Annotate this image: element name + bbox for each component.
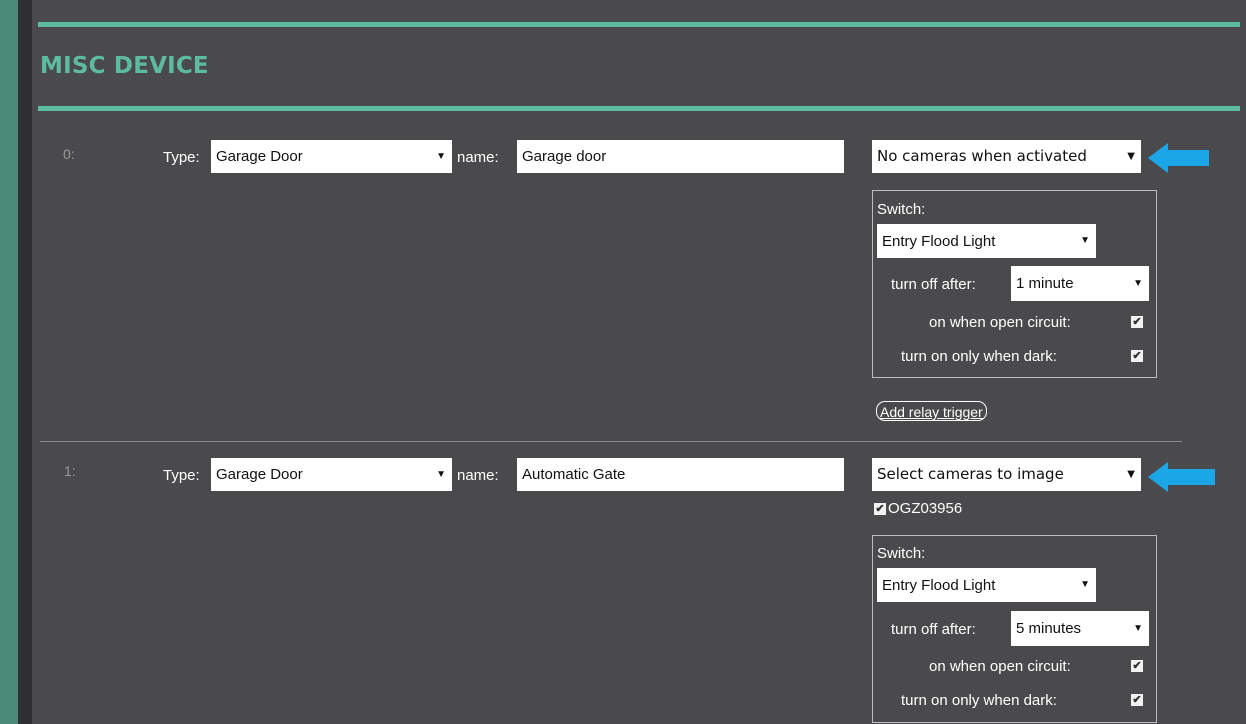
name-input[interactable]: Garage door [517, 140, 844, 173]
caret-down-icon: ▼ [1133, 622, 1143, 634]
turn-off-select-value: 1 minute [1016, 275, 1074, 292]
switch-select[interactable]: Entry Flood Light ▼ [877, 568, 1096, 602]
caret-down-icon: ▼ [436, 150, 446, 162]
type-select[interactable]: Garage Door ▼ [211, 458, 452, 491]
caret-down-icon: ▼ [1127, 468, 1135, 480]
caret-down-icon: ▼ [436, 468, 446, 480]
camera-option-checkbox[interactable]: ✔ [874, 503, 886, 515]
caret-down-icon: ▼ [1127, 150, 1135, 162]
camera-select[interactable]: Select cameras to image ▼ [872, 458, 1141, 491]
turn-off-label: turn off after: [891, 276, 976, 293]
device-index: 1: [64, 463, 76, 479]
camera-select-value: No cameras when activated [877, 147, 1087, 165]
camera-option-label: OGZ03956 [888, 500, 963, 517]
switch-select[interactable]: Entry Flood Light ▼ [877, 224, 1096, 258]
open-circuit-checkbox[interactable]: ✔ [1131, 316, 1143, 328]
switch-select-value: Entry Flood Light [882, 576, 996, 594]
turn-off-select-value: 5 minutes [1016, 620, 1082, 637]
header-bottom-rule [38, 106, 1240, 111]
dark-checkbox[interactable]: ✔ [1131, 350, 1143, 362]
arrow-left-icon [1148, 143, 1209, 173]
device-index: 0: [63, 146, 75, 162]
left-frame [0, 0, 18, 724]
name-input[interactable]: Automatic Gate [517, 458, 844, 491]
type-select-value: Garage Door [216, 466, 303, 483]
dark-checkbox[interactable]: ✔ [1131, 694, 1143, 706]
caret-down-icon: ▼ [1080, 579, 1090, 590]
open-circuit-checkbox[interactable]: ✔ [1131, 660, 1143, 672]
dark-label: turn on only when dark: [901, 692, 1057, 709]
device-divider [40, 441, 1182, 442]
turn-off-select[interactable]: 1 minute ▼ [1011, 266, 1149, 301]
header-top-rule [38, 22, 1240, 27]
name-input-value: Garage door [522, 148, 607, 165]
type-select-value: Garage Door [216, 148, 303, 165]
open-circuit-label: on when open circuit: [929, 314, 1071, 331]
type-label: Type: [163, 149, 200, 166]
arrow-left-icon [1148, 462, 1215, 492]
add-relay-trigger-button[interactable]: Add relay trigger [876, 401, 987, 421]
switch-label: Switch: [877, 545, 926, 562]
open-circuit-label: on when open circuit: [929, 658, 1071, 675]
name-label: name: [457, 149, 499, 166]
camera-select-value: Select cameras to image [877, 465, 1064, 483]
name-input-value: Automatic Gate [522, 466, 626, 483]
turn-off-label: turn off after: [891, 621, 976, 638]
type-select[interactable]: Garage Door ▼ [211, 140, 452, 173]
switch-select-value: Entry Flood Light [882, 232, 996, 250]
dark-label: turn on only when dark: [901, 348, 1057, 365]
caret-down-icon: ▼ [1080, 235, 1090, 246]
camera-select[interactable]: No cameras when activated ▼ [872, 140, 1141, 173]
name-label: name: [457, 467, 499, 484]
type-label: Type: [163, 467, 200, 484]
switch-label: Switch: [877, 201, 926, 218]
caret-down-icon: ▼ [1133, 277, 1143, 289]
turn-off-select[interactable]: 5 minutes ▼ [1011, 611, 1149, 646]
section-title: MISC DEVICE [40, 53, 209, 79]
